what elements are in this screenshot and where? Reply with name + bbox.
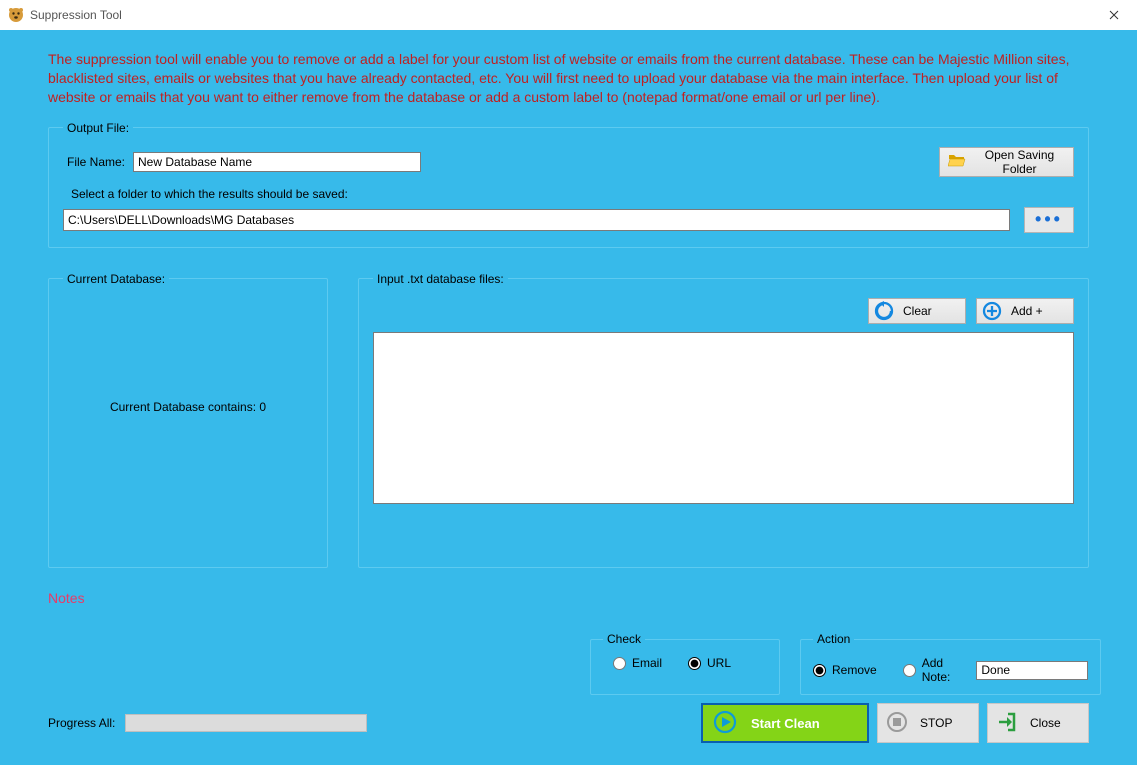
folder-open-icon [948,152,966,171]
window-title: Suppression Tool [30,8,122,22]
action-addnote-label: Add Note: [922,656,951,684]
filename-input[interactable] [133,152,421,172]
action-remove-radio[interactable]: Remove [813,663,877,677]
progress-label: Progress All: [48,716,115,730]
output-file-group: Output File: File Name: Open Saving Fold… [48,121,1089,248]
output-file-legend: Output File: [63,121,133,135]
check-email-label: Email [632,656,662,670]
action-group: Action Remove Add Note: [800,632,1101,695]
content-area: The suppression tool will enable you to … [0,30,1137,765]
add-file-button[interactable]: Add + [976,298,1074,324]
start-clean-label: Start Clean [751,716,820,731]
intro-text: The suppression tool will enable you to … [48,50,1089,107]
action-remove-label: Remove [832,663,877,677]
stop-circle-icon [886,711,908,736]
input-files-listbox[interactable] [373,332,1074,504]
undo-icon [873,301,895,321]
progress-bar [125,714,367,732]
output-folder-input[interactable] [63,209,1010,231]
action-legend: Action [813,632,854,646]
check-url-label: URL [707,656,731,670]
folder-hint: Select a folder to which the results sho… [71,187,1074,201]
action-addnote-radio[interactable]: Add Note: [903,656,951,684]
check-legend: Check [603,632,645,646]
play-circle-icon [713,710,737,737]
check-group: Check Email URL [590,632,780,695]
titlebar: Suppression Tool [0,0,1137,30]
stop-label: STOP [920,716,952,730]
browse-folder-button[interactable]: ••• [1024,207,1074,233]
current-database-status: Current Database contains: 0 [110,400,266,414]
filename-label: File Name: [67,155,125,169]
ellipsis-icon: ••• [1035,209,1063,230]
app-window: Suppression Tool The suppression tool wi… [0,0,1137,765]
clear-button-label: Clear [903,304,932,318]
input-files-legend: Input .txt database files: [373,272,508,286]
clear-button[interactable]: Clear [868,298,966,324]
notes-link[interactable]: Notes [48,590,1089,606]
open-saving-folder-label: Open Saving Folder [974,148,1065,176]
addnote-input[interactable] [976,661,1088,680]
input-files-group: Input .txt database files: Clear [358,272,1089,568]
plus-circle-icon [981,301,1003,321]
add-file-button-label: Add + [1011,304,1043,318]
window-close-button[interactable] [1091,0,1137,30]
stop-button[interactable]: STOP [877,703,979,743]
close-button[interactable]: Close [987,703,1089,743]
current-database-legend: Current Database: [63,272,169,286]
open-saving-folder-button[interactable]: Open Saving Folder [939,147,1074,177]
current-database-group: Current Database: Current Database conta… [48,272,328,568]
check-url-radio[interactable]: URL [688,656,731,670]
exit-icon [996,711,1018,736]
start-clean-button[interactable]: Start Clean [701,703,869,743]
app-icon [8,7,24,23]
check-email-radio[interactable]: Email [613,656,662,670]
close-label: Close [1030,716,1061,730]
